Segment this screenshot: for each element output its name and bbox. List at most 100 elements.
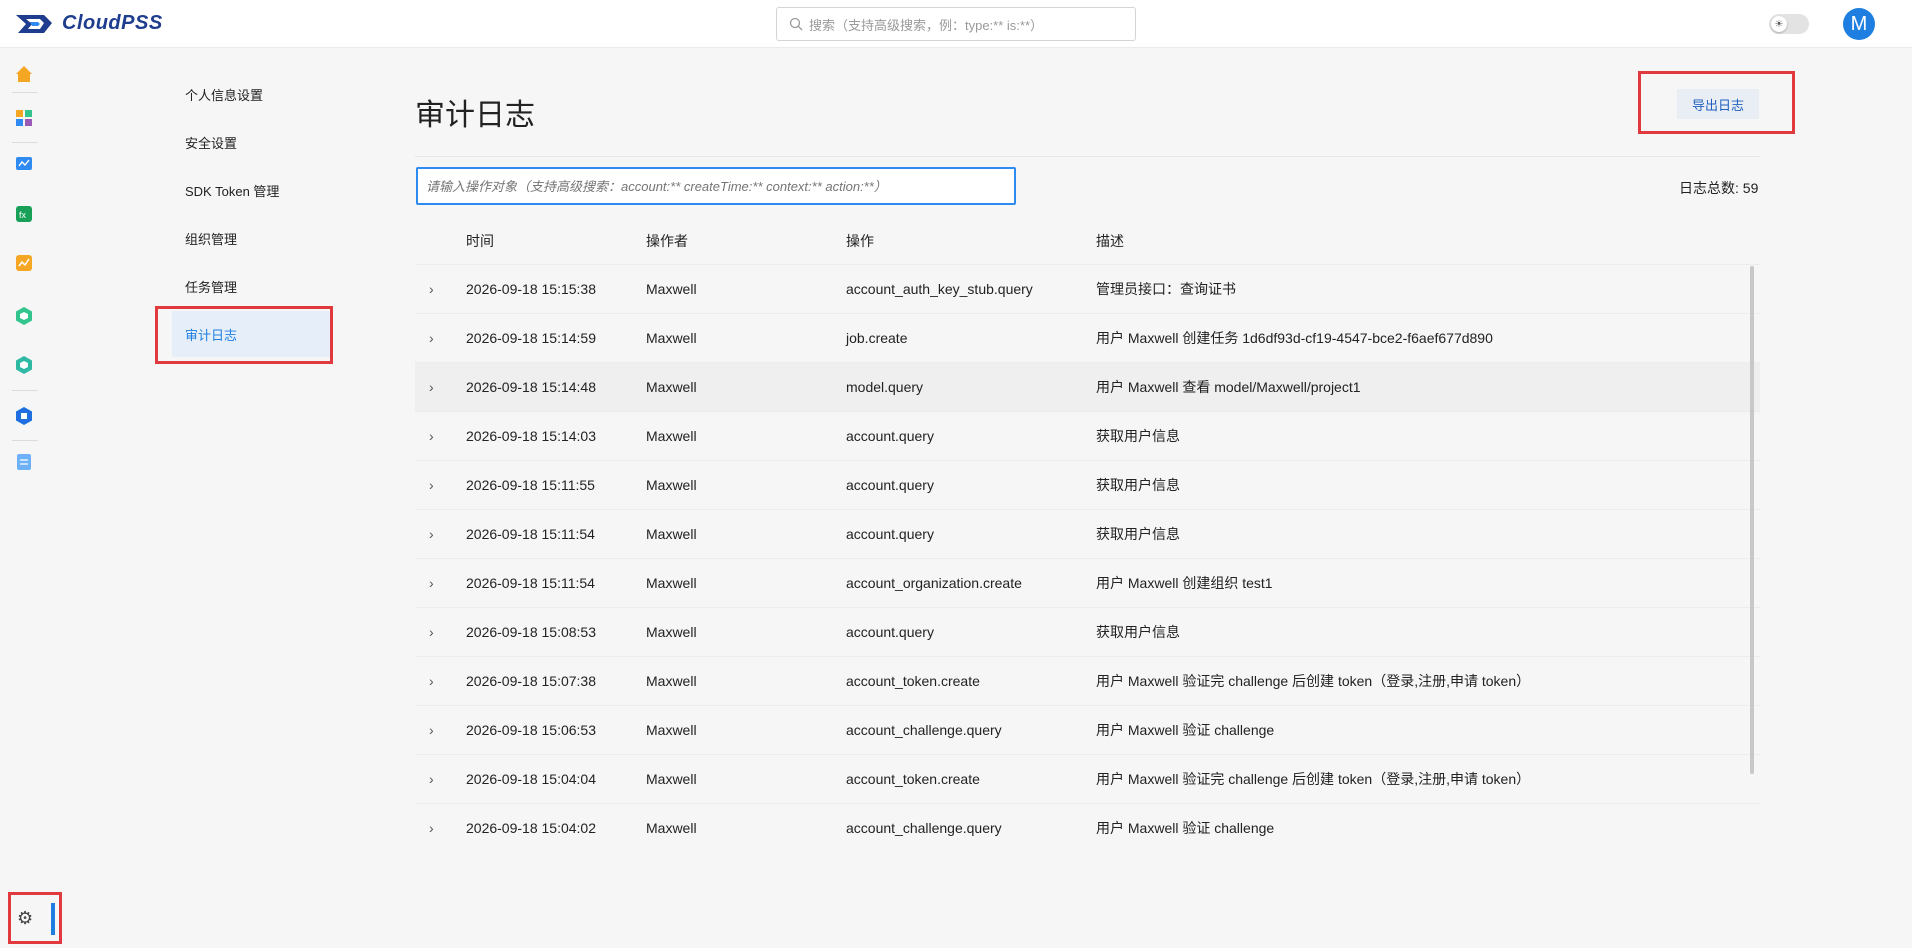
menu-item-organization[interactable]: 组织管理 [172,215,332,261]
table-row[interactable]: › 2026-09-18 15:14:59 Maxwell job.create 用户 … [415,313,1760,362]
database-icon[interactable] [14,406,34,426]
cell-action: account.query [846,428,934,444]
cell-action: account.query [846,526,934,542]
cell-action: account.query [846,477,934,493]
table-row[interactable]: › 2026-09-18 15:07:38 Maxwell account_token… [415,656,1760,705]
avatar[interactable]: M [1843,8,1875,40]
highlight-box [155,306,333,364]
cell-description: 用户 Maxwell 查看 model/Maxwell/project1 [1096,379,1361,395]
audit-log-table: 时间 操作者 操作 描述 › 2026-09-18 15:15:38 Maxwell… [415,218,1760,873]
home-icon[interactable] [14,64,34,84]
simulation-icon[interactable]: fx [14,204,34,224]
expand-chevron-icon[interactable]: › [429,412,449,460]
log-total-count: 日志总数: 59 [1679,180,1759,196]
expand-chevron-icon[interactable]: › [429,265,449,313]
cell-time: 2026-09-18 15:04:02 [466,820,596,836]
cell-action: account_token.create [846,771,980,787]
top-header: CloudPSS 搜索（支持高级搜索，例：type:** is:**） ☀ M [0,0,1912,48]
monitor-icon[interactable] [14,154,34,174]
column-header-operator: 操作者 [646,233,688,249]
cell-operator: Maxwell [646,624,697,640]
search-icon [789,17,803,31]
chart-icon[interactable] [14,253,34,273]
table-row[interactable]: › 2026-09-18 15:14:48 Maxwell model.query 用户… [415,362,1760,411]
log-filter-input[interactable] [416,167,1016,205]
cell-description: 用户 Maxwell 创建组织 test1 [1096,575,1273,591]
expand-chevron-icon[interactable]: › [429,804,449,852]
gear-icon: ⚙ [17,907,34,928]
cell-description: 获取用户信息 [1096,526,1180,542]
menu-item-profile[interactable]: 个人信息设置 [172,71,332,117]
cell-time: 2026-09-18 15:14:59 [466,330,596,346]
document-icon[interactable] [14,452,34,472]
expand-chevron-icon[interactable]: › [429,510,449,558]
cell-time: 2026-09-18 15:08:53 [466,624,596,640]
cloudpss-logo-icon [16,14,52,33]
svg-text:fx: fx [19,210,27,220]
cell-operator: Maxwell [646,379,697,395]
cell-time: 2026-09-18 15:11:55 [466,477,595,493]
cell-description: 管理员接口：查询证书 [1096,281,1236,297]
table-row[interactable]: › 2026-09-18 15:14:03 Maxwell account.query… [415,411,1760,460]
table-row[interactable]: › 2026-09-18 15:06:53 Maxwell account_chall… [415,705,1760,754]
logo[interactable]: CloudPSS [14,12,163,35]
table-row[interactable]: › 2026-09-18 15:08:53 Maxwell account.query… [415,607,1760,656]
active-indicator [51,903,55,935]
cell-operator: Maxwell [646,771,697,787]
table-row[interactable]: › 2026-09-18 15:04:04 Maxwell account_token… [415,754,1760,803]
expand-chevron-icon[interactable]: › [429,363,449,411]
sun-icon: ☀ [1771,16,1787,32]
cell-description: 获取用户信息 [1096,428,1180,444]
rail-divider [12,92,38,93]
export-log-button[interactable]: 导出日志 [1677,89,1759,119]
apps-icon[interactable] [14,108,34,128]
theme-toggle[interactable]: ☀ [1769,14,1809,34]
highlight-box: 导出日志 [1638,71,1795,134]
divider [415,156,1760,157]
cell-action: account.query [846,624,934,640]
page-title: 审计日志 [415,99,535,132]
hexagon-app-icon[interactable] [14,306,34,326]
expand-chevron-icon[interactable]: › [429,314,449,362]
table-scrollbar[interactable] [1750,266,1754,774]
cell-operator: Maxwell [646,428,697,444]
table-row[interactable]: › 2026-09-18 15:11:54 Maxwell account.query… [415,509,1760,558]
cell-description: 用户 Maxwell 验证 challenge [1096,722,1275,738]
table-row[interactable]: › 2026-09-18 15:11:55 Maxwell account.query… [415,460,1760,509]
expand-chevron-icon[interactable]: › [429,657,449,705]
cell-time: 2026-09-18 15:07:38 [466,673,596,689]
menu-item-tasks[interactable]: 任务管理 [172,263,332,309]
hexagon-app-2-icon[interactable] [14,355,34,375]
expand-chevron-icon[interactable]: › [429,461,449,509]
rail-divider [12,390,38,391]
table-header: 时间 操作者 操作 描述 [415,218,1760,264]
column-header-action: 操作 [846,233,874,249]
table-row[interactable]: › 2026-09-18 15:04:02 Maxwell account_chall… [415,803,1760,852]
cell-time: 2026-09-18 15:11:54 [466,526,595,542]
expand-chevron-icon[interactable]: › [429,608,449,656]
app-rail: fx [0,48,48,948]
cell-description: 用户 Maxwell 创建任务 1d6df93d-cf19-4547-bce2-… [1096,330,1493,346]
cell-description: 获取用户信息 [1096,624,1180,640]
cell-operator: Maxwell [646,673,697,689]
cell-description: 获取用户信息 [1096,477,1180,493]
table-row[interactable]: › 2026-09-18 15:11:54 Maxwell account_organ… [415,558,1760,607]
settings-button[interactable]: ⚙ [8,892,62,944]
expand-chevron-icon[interactable]: › [429,706,449,754]
expand-chevron-icon[interactable]: › [429,755,449,803]
cell-action: job.create [846,330,908,346]
column-header-description: 描述 [1096,233,1124,249]
cell-action: account_challenge.query [846,820,1002,836]
cell-time: 2026-09-18 15:15:38 [466,281,596,297]
cell-description: 用户 Maxwell 验证 challenge [1096,820,1275,836]
cell-operator: Maxwell [646,330,697,346]
table-body: › 2026-09-18 15:15:38 Maxwell account_auth_… [415,264,1760,852]
cell-action: account_token.create [846,673,980,689]
cell-time: 2026-09-18 15:14:48 [466,379,596,395]
table-row[interactable]: › 2026-09-18 15:15:38 Maxwell account_auth_… [415,264,1760,313]
menu-item-sdk-token[interactable]: SDK Token 管理 [172,167,332,213]
search-placeholder: 搜索（支持高级搜索，例：type:** is:**） [809,17,1044,33]
expand-chevron-icon[interactable]: › [429,559,449,607]
menu-item-security[interactable]: 安全设置 [172,119,332,165]
global-search[interactable]: 搜索（支持高级搜索，例：type:** is:**） [776,7,1136,41]
